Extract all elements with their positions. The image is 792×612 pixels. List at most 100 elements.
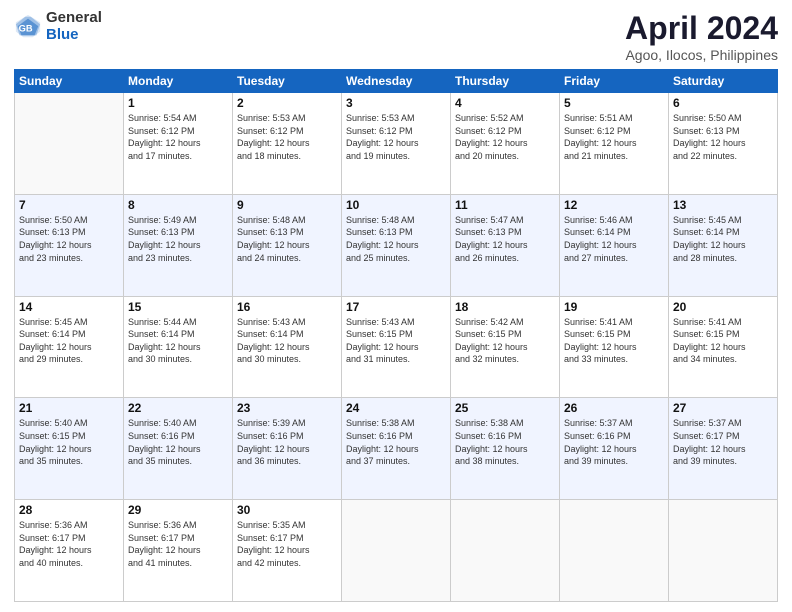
day-number: 7 [19, 198, 119, 212]
day-info: Sunrise: 5:45 AM Sunset: 6:14 PM Dayligh… [673, 214, 773, 264]
day-number: 23 [237, 401, 337, 415]
table-row: 30Sunrise: 5:35 AM Sunset: 6:17 PM Dayli… [233, 500, 342, 602]
day-number: 5 [564, 96, 664, 110]
day-info: Sunrise: 5:51 AM Sunset: 6:12 PM Dayligh… [564, 112, 664, 162]
day-number: 30 [237, 503, 337, 517]
table-row: 29Sunrise: 5:36 AM Sunset: 6:17 PM Dayli… [124, 500, 233, 602]
day-info: Sunrise: 5:54 AM Sunset: 6:12 PM Dayligh… [128, 112, 228, 162]
header: GB General Blue April 2024 Agoo, Ilocos,… [14, 10, 778, 63]
week-row-4: 21 Sunrise: 5:40 AM Sunset: 6:15 PM Dayli… [15, 398, 778, 500]
day-info: Sunrise: 5:44 AM Sunset: 6:14 PM Dayligh… [128, 316, 228, 366]
table-row: 5 Sunrise: 5:51 AM Sunset: 6:12 PM Daylig… [560, 93, 669, 195]
day-number: 15 [128, 300, 228, 314]
week-row-1: 1 Sunrise: 5:54 AM Sunset: 6:12 PM Daylig… [15, 93, 778, 195]
day-number: 20 [673, 300, 773, 314]
day-number: 25 [455, 401, 555, 415]
logo-blue-text: Blue [46, 27, 102, 44]
th-wednesday: Wednesday [342, 70, 451, 93]
day-info: Sunrise: 5:36 AM Sunset: 6:17 PM Dayligh… [128, 519, 228, 569]
table-row: 28 Sunrise: 5:36 AM Sunset: 6:17 PM Dayli… [15, 500, 124, 602]
day-number: 26 [564, 401, 664, 415]
day-info: Sunrise: 5:36 AM Sunset: 6:17 PM Dayligh… [19, 519, 119, 569]
table-row: 23Sunrise: 5:39 AM Sunset: 6:16 PM Dayli… [233, 398, 342, 500]
svg-text:GB: GB [19, 23, 33, 33]
day-info: Sunrise: 5:42 AM Sunset: 6:15 PM Dayligh… [455, 316, 555, 366]
th-thursday: Thursday [451, 70, 560, 93]
table-row: 16 Sunrise: 5:43 AM Sunset: 6:14 PM Dayli… [233, 296, 342, 398]
table-row: 14 Sunrise: 5:45 AM Sunset: 6:14 PM Dayli… [15, 296, 124, 398]
day-info: Sunrise: 5:48 AM Sunset: 6:13 PM Dayligh… [346, 214, 446, 264]
day-info: Sunrise: 5:52 AM Sunset: 6:12 PM Dayligh… [455, 112, 555, 162]
table-row: 2Sunrise: 5:53 AM Sunset: 6:12 PM Daylig… [233, 93, 342, 195]
logo: GB General Blue [14, 10, 102, 43]
table-row: 12 Sunrise: 5:46 AM Sunset: 6:14 PM Dayli… [560, 194, 669, 296]
subtitle: Agoo, Ilocos, Philippines [625, 47, 778, 63]
day-info: Sunrise: 5:40 AM Sunset: 6:15 PM Dayligh… [19, 417, 119, 467]
day-info: Sunrise: 5:46 AM Sunset: 6:14 PM Dayligh… [564, 214, 664, 264]
day-info: Sunrise: 5:37 AM Sunset: 6:16 PM Dayligh… [564, 417, 664, 467]
week-row-3: 14 Sunrise: 5:45 AM Sunset: 6:14 PM Dayli… [15, 296, 778, 398]
table-row: 13 Sunrise: 5:45 AM Sunset: 6:14 PM Dayli… [669, 194, 778, 296]
table-row [342, 500, 451, 602]
day-number: 14 [19, 300, 119, 314]
table-row: 20 Sunrise: 5:41 AM Sunset: 6:15 PM Dayli… [669, 296, 778, 398]
th-tuesday: Tuesday [233, 70, 342, 93]
table-row: 10 Sunrise: 5:48 AM Sunset: 6:13 PM Dayli… [342, 194, 451, 296]
day-info: Sunrise: 5:38 AM Sunset: 6:16 PM Dayligh… [455, 417, 555, 467]
page: GB General Blue April 2024 Agoo, Ilocos,… [0, 0, 792, 612]
day-info: Sunrise: 5:43 AM Sunset: 6:15 PM Dayligh… [346, 316, 446, 366]
day-number: 18 [455, 300, 555, 314]
day-info: Sunrise: 5:41 AM Sunset: 6:15 PM Dayligh… [673, 316, 773, 366]
day-number: 21 [19, 401, 119, 415]
day-number: 16 [237, 300, 337, 314]
week-row-5: 28 Sunrise: 5:36 AM Sunset: 6:17 PM Dayli… [15, 500, 778, 602]
day-number: 11 [455, 198, 555, 212]
title-block: April 2024 Agoo, Ilocos, Philippines [625, 10, 778, 63]
logo-general-text: General [46, 10, 102, 27]
day-info: Sunrise: 5:40 AM Sunset: 6:16 PM Dayligh… [128, 417, 228, 467]
day-number: 10 [346, 198, 446, 212]
day-number: 8 [128, 198, 228, 212]
header-row: Sunday Monday Tuesday Wednesday Thursday… [15, 70, 778, 93]
day-number: 27 [673, 401, 773, 415]
day-info: Sunrise: 5:38 AM Sunset: 6:16 PM Dayligh… [346, 417, 446, 467]
table-row: 21 Sunrise: 5:40 AM Sunset: 6:15 PM Dayli… [15, 398, 124, 500]
day-info: Sunrise: 5:53 AM Sunset: 6:12 PM Dayligh… [346, 112, 446, 162]
day-number: 22 [128, 401, 228, 415]
table-row: 9Sunrise: 5:48 AM Sunset: 6:13 PM Daylig… [233, 194, 342, 296]
day-number: 28 [19, 503, 119, 517]
day-number: 1 [128, 96, 228, 110]
th-friday: Friday [560, 70, 669, 93]
logo-text: General Blue [46, 10, 102, 43]
table-row: 19 Sunrise: 5:41 AM Sunset: 6:15 PM Dayli… [560, 296, 669, 398]
day-info: Sunrise: 5:41 AM Sunset: 6:15 PM Dayligh… [564, 316, 664, 366]
day-number: 4 [455, 96, 555, 110]
table-row: 24 Sunrise: 5:38 AM Sunset: 6:16 PM Dayli… [342, 398, 451, 500]
table-row [15, 93, 124, 195]
table-row: 3 Sunrise: 5:53 AM Sunset: 6:12 PM Daylig… [342, 93, 451, 195]
week-row-2: 7Sunrise: 5:50 AM Sunset: 6:13 PM Daylig… [15, 194, 778, 296]
day-number: 19 [564, 300, 664, 314]
day-number: 3 [346, 96, 446, 110]
day-number: 9 [237, 198, 337, 212]
table-row: 11 Sunrise: 5:47 AM Sunset: 6:13 PM Dayli… [451, 194, 560, 296]
table-row: 17Sunrise: 5:43 AM Sunset: 6:15 PM Dayli… [342, 296, 451, 398]
day-number: 6 [673, 96, 773, 110]
main-title: April 2024 [625, 10, 778, 47]
table-row: 18 Sunrise: 5:42 AM Sunset: 6:15 PM Dayli… [451, 296, 560, 398]
th-monday: Monday [124, 70, 233, 93]
day-number: 12 [564, 198, 664, 212]
day-info: Sunrise: 5:45 AM Sunset: 6:14 PM Dayligh… [19, 316, 119, 366]
day-info: Sunrise: 5:43 AM Sunset: 6:14 PM Dayligh… [237, 316, 337, 366]
table-row: 15 Sunrise: 5:44 AM Sunset: 6:14 PM Dayli… [124, 296, 233, 398]
table-row: 25 Sunrise: 5:38 AM Sunset: 6:16 PM Dayli… [451, 398, 560, 500]
day-number: 13 [673, 198, 773, 212]
table-row: 4 Sunrise: 5:52 AM Sunset: 6:12 PM Daylig… [451, 93, 560, 195]
day-number: 24 [346, 401, 446, 415]
table-row [560, 500, 669, 602]
day-info: Sunrise: 5:37 AM Sunset: 6:17 PM Dayligh… [673, 417, 773, 467]
day-info: Sunrise: 5:47 AM Sunset: 6:13 PM Dayligh… [455, 214, 555, 264]
table-row: 1 Sunrise: 5:54 AM Sunset: 6:12 PM Daylig… [124, 93, 233, 195]
day-info: Sunrise: 5:53 AM Sunset: 6:12 PM Dayligh… [237, 112, 337, 162]
table-row: 22 Sunrise: 5:40 AM Sunset: 6:16 PM Dayli… [124, 398, 233, 500]
